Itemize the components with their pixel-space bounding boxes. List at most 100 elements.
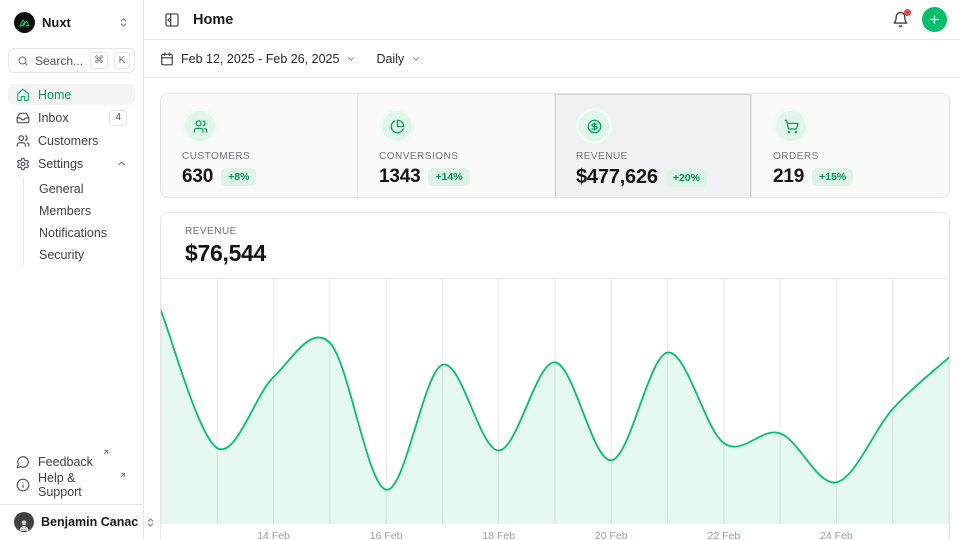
stat-value: $477,626 xyxy=(576,166,658,189)
stat-delta-badge: +14% xyxy=(428,168,469,186)
message-circle-icon xyxy=(16,455,30,469)
x-axis-tick-label: 16 Feb xyxy=(370,530,403,540)
sidebar-item-inbox[interactable]: Inbox 4 xyxy=(8,107,135,128)
stat-value: 630 xyxy=(182,166,213,188)
x-axis-tick-label: 22 Feb xyxy=(707,530,740,540)
settings-subitems: General Members Notifications Security xyxy=(23,178,135,266)
stat-delta-badge: +15% xyxy=(812,168,853,186)
sidebar-item-label: Inbox xyxy=(38,111,69,125)
sidebar-subitem-security[interactable]: Security xyxy=(24,244,135,266)
dashboard-app: Nuxt Search... ⌘ K Home xyxy=(0,0,960,540)
chevron-down-icon xyxy=(346,54,356,64)
stat-card-conversions[interactable]: CONVERSIONS 1343 +14% xyxy=(358,94,555,198)
sidebar-subitem-notifications[interactable]: Notifications xyxy=(24,222,135,244)
x-axis-tick-label: 20 Feb xyxy=(595,530,628,540)
inbox-count-badge: 4 xyxy=(109,110,127,126)
chevrons-up-down-icon xyxy=(118,17,129,28)
collapse-sidebar-button[interactable] xyxy=(160,8,184,32)
stat-label: CUSTOMERS xyxy=(182,151,336,162)
info-circle-icon xyxy=(16,478,30,492)
page-title: Home xyxy=(193,12,233,28)
subitem-label: General xyxy=(39,182,83,196)
feedback-link[interactable]: Feedback xyxy=(8,451,135,472)
chevron-up-icon xyxy=(116,158,127,169)
chart-total-value: $76,544 xyxy=(185,240,925,267)
chart-header: REVENUE $76,544 xyxy=(161,213,949,279)
calendar-icon xyxy=(160,52,174,66)
stat-card-orders[interactable]: ORDERS 219 +15% xyxy=(752,94,949,198)
date-range-picker[interactable]: Feb 12, 2025 - Feb 26, 2025 xyxy=(160,52,356,66)
stat-value: 219 xyxy=(773,166,804,188)
sidebar-item-label: Settings xyxy=(38,157,83,171)
workspace-name: Nuxt xyxy=(42,15,111,30)
page-header: Home xyxy=(144,0,960,40)
notifications-button[interactable] xyxy=(892,11,909,28)
chart-title: REVENUE xyxy=(185,226,925,237)
users-icon xyxy=(16,134,30,148)
shopping-cart-icon xyxy=(776,111,806,141)
search-icon xyxy=(17,55,29,67)
users-icon xyxy=(185,111,215,141)
subitem-label: Members xyxy=(39,204,91,218)
revenue-area-chart[interactable] xyxy=(161,279,949,524)
stat-delta-badge: +20% xyxy=(666,169,707,187)
sidebar-item-settings[interactable]: Settings xyxy=(8,153,135,174)
kbd-cmd: ⌘ xyxy=(90,52,108,69)
sidebar-item-home[interactable]: Home xyxy=(8,84,135,105)
sidebar: Nuxt Search... ⌘ K Home xyxy=(0,0,144,540)
inbox-icon xyxy=(16,111,30,125)
kbd-k: K xyxy=(114,52,130,69)
stat-label: REVENUE xyxy=(576,151,730,162)
footer-item-label: Help & Support xyxy=(38,471,110,499)
sidebar-subitem-members[interactable]: Members xyxy=(24,200,135,222)
user-avatar xyxy=(14,512,34,532)
user-name: Benjamin Canac xyxy=(41,515,138,529)
arrow-up-right-icon xyxy=(119,471,127,479)
chevron-down-icon xyxy=(411,54,421,64)
sidebar-item-label: Customers xyxy=(38,134,98,148)
stat-label: CONVERSIONS xyxy=(379,151,533,162)
stat-card-customers[interactable]: CUSTOMERS 630 +8% xyxy=(161,94,358,198)
search-input[interactable]: Search... ⌘ K xyxy=(8,48,135,73)
dashboard-content: CUSTOMERS 630 +8% CONVERSIONS 1343 +14% xyxy=(144,78,960,540)
sidebar-item-customers[interactable]: Customers xyxy=(8,130,135,151)
user-menu[interactable]: Benjamin Canac xyxy=(0,504,143,540)
footer-item-label: Feedback xyxy=(38,455,93,469)
revenue-chart-card: REVENUE $76,544 14 Feb 16 Feb 18 Feb 20 Feb… xyxy=(160,212,950,540)
stat-label: ORDERS xyxy=(773,151,928,162)
x-axis: 14 Feb 16 Feb 18 Feb 20 Feb 22 Feb 24 Feb xyxy=(161,524,949,540)
filters-toolbar: Feb 12, 2025 - Feb 26, 2025 Daily xyxy=(144,40,960,78)
pie-chart-icon xyxy=(382,111,412,141)
search-placeholder: Search... xyxy=(35,54,84,68)
x-axis-tick-label: 14 Feb xyxy=(257,530,290,540)
stat-value: 1343 xyxy=(379,166,420,188)
add-button[interactable] xyxy=(922,7,947,32)
circle-dollar-icon xyxy=(579,111,609,141)
nuxt-logo-icon xyxy=(14,12,35,33)
x-axis-tick-label: 24 Feb xyxy=(820,530,853,540)
sidebar-item-label: Home xyxy=(38,88,71,102)
subitem-label: Notifications xyxy=(39,226,107,240)
period-select[interactable]: Daily xyxy=(376,52,421,66)
sidebar-footer: Feedback Help & Support xyxy=(8,451,135,504)
home-icon xyxy=(16,88,30,102)
panel-left-icon xyxy=(164,12,180,28)
period-label: Daily xyxy=(376,52,404,66)
notification-dot xyxy=(904,9,911,16)
plus-icon xyxy=(928,13,941,26)
sidebar-nav: Home Inbox 4 Customers Sett xyxy=(8,84,135,266)
x-axis-tick-label: 18 Feb xyxy=(482,530,515,540)
date-range-label: Feb 12, 2025 - Feb 26, 2025 xyxy=(181,52,339,66)
stat-card-revenue[interactable]: REVENUE $477,626 +20% xyxy=(555,94,752,198)
arrow-up-right-icon xyxy=(102,448,110,456)
main-panel: Home Feb 12, 2025 - Feb 26, 2025 xyxy=(144,0,960,540)
chart-canvas[interactable] xyxy=(161,279,949,524)
gear-icon xyxy=(16,157,30,171)
stat-delta-badge: +8% xyxy=(221,168,256,186)
workspace-switcher[interactable]: Nuxt xyxy=(8,9,135,35)
stats-row: CUSTOMERS 630 +8% CONVERSIONS 1343 +14% xyxy=(160,93,950,198)
help-support-link[interactable]: Help & Support xyxy=(8,474,135,495)
subitem-label: Security xyxy=(39,248,84,262)
sidebar-subitem-general[interactable]: General xyxy=(24,178,135,200)
header-actions xyxy=(892,7,947,32)
